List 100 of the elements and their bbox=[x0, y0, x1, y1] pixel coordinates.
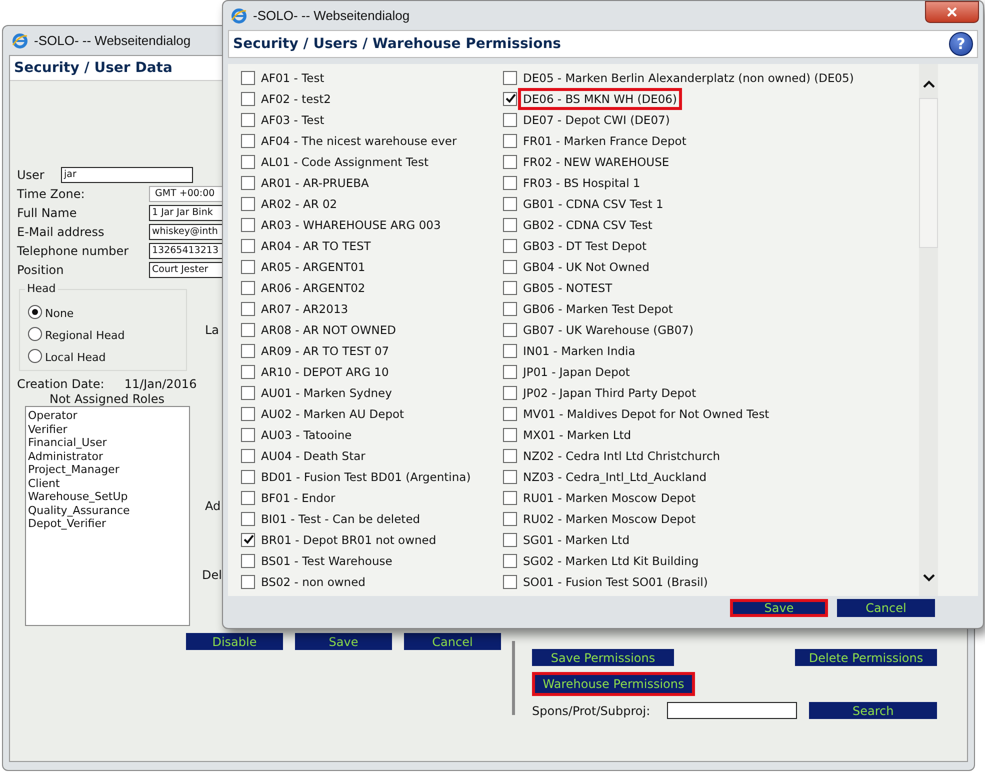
scrollbar[interactable] bbox=[919, 64, 938, 596]
field-label: La bbox=[205, 323, 220, 337]
checkbox[interactable] bbox=[241, 134, 255, 148]
checkbox[interactable] bbox=[241, 406, 255, 420]
list-item[interactable]: Warehouse_SetUp bbox=[28, 490, 187, 504]
checkbox[interactable] bbox=[241, 322, 255, 336]
checkbox[interactable] bbox=[503, 134, 517, 148]
checkbox[interactable] bbox=[241, 344, 255, 358]
warehouse-label: AU01 - Marken Sydney bbox=[260, 384, 393, 400]
list-item[interactable]: Administrator bbox=[28, 450, 187, 463]
field-label: Position bbox=[17, 262, 65, 276]
checkbox[interactable] bbox=[241, 532, 255, 546]
roles-listbox[interactable]: Operator Verifier Financial_User Administrator Project_Manager Client Warehouse_SetUp Quality_Assurance Depot_Verifier bbox=[25, 406, 190, 626]
warehouse-label: SG02 - Marken Ltd Kit Building bbox=[522, 552, 700, 568]
checkbox[interactable] bbox=[241, 112, 255, 126]
checkbox[interactable] bbox=[503, 554, 517, 568]
list-item[interactable]: Depot_Verifier bbox=[28, 517, 187, 530]
dialog-button[interactable]: Cancel bbox=[837, 599, 935, 617]
form-button[interactable]: Cancel bbox=[404, 633, 501, 650]
checkbox[interactable] bbox=[241, 470, 255, 484]
checkbox[interactable] bbox=[241, 574, 255, 588]
list-item[interactable]: Client bbox=[28, 476, 187, 490]
field-label: User bbox=[17, 168, 46, 182]
warehouse-label: BI01 - Test - Can be deleted bbox=[260, 510, 422, 526]
checkbox[interactable] bbox=[503, 428, 517, 442]
list-heading: Not Assigned Roles bbox=[49, 392, 165, 406]
checkbox[interactable] bbox=[503, 238, 517, 252]
warehouse-label: AU04 - Death Star bbox=[260, 448, 366, 464]
checkbox[interactable] bbox=[503, 280, 517, 294]
radio-label: Local Head bbox=[45, 351, 106, 364]
checkbox[interactable] bbox=[241, 238, 255, 252]
checkbox[interactable] bbox=[503, 532, 517, 546]
scroll-down-icon[interactable] bbox=[922, 574, 934, 582]
radio-button[interactable] bbox=[28, 326, 42, 340]
warehouse-label: SG01 - Marken Ltd bbox=[522, 532, 630, 548]
checkbox[interactable] bbox=[503, 92, 517, 106]
checkbox[interactable] bbox=[241, 386, 255, 400]
checkbox[interactable] bbox=[503, 512, 517, 526]
checkbox[interactable] bbox=[241, 512, 255, 526]
checkbox[interactable] bbox=[503, 470, 517, 484]
checkbox[interactable] bbox=[241, 196, 255, 210]
search-button[interactable]: Search bbox=[809, 702, 937, 719]
checkbox[interactable] bbox=[503, 154, 517, 168]
checkbox[interactable] bbox=[503, 70, 517, 84]
form-button[interactable]: Save bbox=[295, 633, 392, 650]
warehouse-label: DE06 - BS MKN WH (DE06) bbox=[521, 90, 679, 106]
checkbox[interactable] bbox=[241, 176, 255, 190]
warehouse-label: RU02 - Marken Moscow Depot bbox=[522, 510, 697, 526]
warehouse-label: JP02 - Japan Third Party Depot bbox=[521, 384, 698, 400]
list-item[interactable]: Quality_Assurance bbox=[28, 504, 187, 517]
checkbox[interactable] bbox=[241, 448, 255, 462]
form-button[interactable]: Disable bbox=[186, 633, 283, 650]
checkbox[interactable] bbox=[241, 428, 255, 442]
checkbox[interactable] bbox=[241, 490, 255, 504]
close-button[interactable] bbox=[925, 1, 979, 23]
checkbox[interactable] bbox=[241, 280, 255, 294]
warehouse-permissions-button[interactable]: Warehouse Permissions bbox=[532, 672, 695, 696]
warehouse-label: AF03 - Test bbox=[260, 112, 326, 128]
list-item[interactable]: Verifier bbox=[28, 422, 187, 436]
radio-button[interactable] bbox=[28, 348, 42, 362]
checkbox[interactable] bbox=[503, 196, 517, 210]
scroll-up-icon[interactable] bbox=[922, 80, 934, 88]
radio-label: Regional Head bbox=[45, 329, 125, 342]
checkbox[interactable] bbox=[241, 154, 255, 168]
checkbox[interactable] bbox=[241, 260, 255, 274]
checkbox[interactable] bbox=[503, 218, 517, 232]
input-field[interactable]: jar bbox=[61, 166, 193, 182]
save-permissions-button[interactable]: Save Permissions bbox=[532, 649, 674, 666]
warehouse-label: AR02 - AR 02 bbox=[260, 196, 338, 212]
checkbox[interactable] bbox=[503, 490, 517, 504]
checkbox[interactable] bbox=[503, 406, 517, 420]
warehouse-label: AR08 - AR NOT OWNED bbox=[260, 322, 397, 338]
radio-button[interactable] bbox=[28, 304, 42, 318]
checkbox[interactable] bbox=[503, 176, 517, 190]
checkbox[interactable] bbox=[503, 344, 517, 358]
warehouse-label: AF04 - The nicest warehouse ever bbox=[260, 132, 458, 148]
warehouse-label: AR01 - AR-PRUEBA bbox=[260, 174, 370, 190]
checkbox[interactable] bbox=[503, 302, 517, 316]
checkbox[interactable] bbox=[241, 92, 255, 106]
checkbox[interactable] bbox=[241, 218, 255, 232]
checkbox[interactable] bbox=[241, 554, 255, 568]
checkbox[interactable] bbox=[503, 260, 517, 274]
checkbox[interactable] bbox=[503, 322, 517, 336]
search-field[interactable] bbox=[666, 702, 798, 719]
list-item[interactable]: Financial_User bbox=[28, 436, 187, 450]
checkbox[interactable] bbox=[503, 448, 517, 462]
delete-permissions-button[interactable]: Delete Permissions bbox=[795, 649, 937, 666]
help-icon[interactable]: ? bbox=[949, 32, 973, 56]
checkbox[interactable] bbox=[241, 70, 255, 84]
checkbox[interactable] bbox=[241, 364, 255, 378]
close-icon bbox=[946, 7, 958, 17]
dialog-button[interactable]: Save bbox=[730, 599, 828, 617]
list-item[interactable]: Operator bbox=[28, 409, 187, 422]
checkbox[interactable] bbox=[503, 112, 517, 126]
warehouse-label: AR03 - WHAREHOUSE ARG 003 bbox=[260, 216, 442, 232]
list-item[interactable]: Project_Manager bbox=[28, 463, 187, 476]
checkbox[interactable] bbox=[503, 574, 517, 588]
checkbox[interactable] bbox=[503, 386, 517, 400]
checkbox[interactable] bbox=[241, 302, 255, 316]
checkbox[interactable] bbox=[503, 364, 517, 378]
